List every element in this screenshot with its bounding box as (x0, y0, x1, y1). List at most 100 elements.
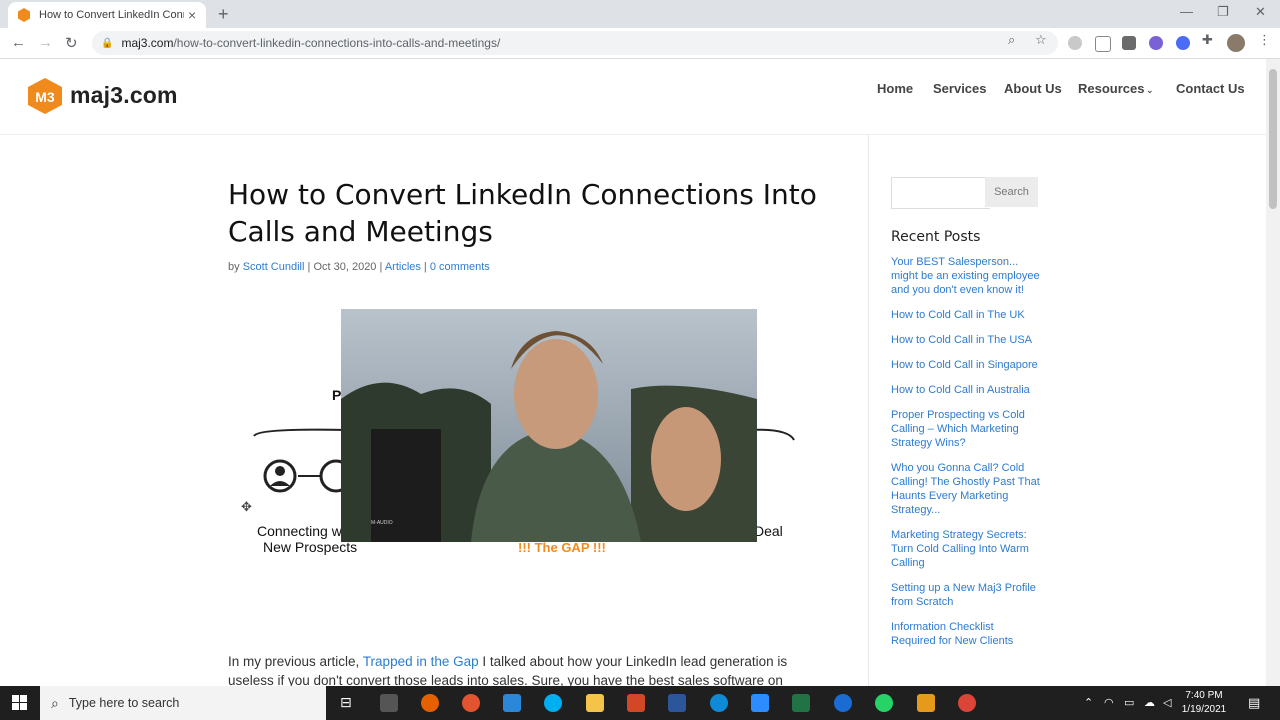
meta-by: by (228, 261, 240, 273)
recent-posts-heading: Recent Posts (891, 229, 981, 245)
recent-post-link[interactable]: Proper Prospecting vs Cold Calling – Whi… (891, 408, 1041, 450)
profile-avatar[interactable] (1227, 34, 1245, 52)
menu-dots-icon[interactable]: ⋮ (1258, 32, 1271, 48)
sidebar-search-button[interactable]: Search (985, 177, 1038, 207)
recent-post-link[interactable]: Marketing Strategy Secrets: Turn Cold Ca… (891, 528, 1041, 570)
windows-taskbar: ⌕ Type here to search ⊟ ⌃ ◠ ▭ ☁ ◁ 7:40 P… (0, 686, 1280, 720)
windows-start-icon[interactable] (0, 686, 40, 720)
diagram-p-letter: P (332, 387, 341, 403)
nav-services[interactable]: Services (933, 81, 987, 96)
reload-icon[interactable]: ↻ (65, 34, 78, 52)
recent-post-link[interactable]: Setting up a New Maj3 Profile from Scrat… (891, 581, 1041, 609)
address-bar[interactable]: 🔒 maj3.com/how-to-convert-linkedin-conne… (92, 31, 1058, 55)
post-meta: by Scott Cundill | Oct 30, 2020 | Articl… (228, 261, 490, 273)
recent-post-link[interactable]: Your BEST Salesperson... might be an exi… (891, 255, 1041, 297)
diagram-left-label: Connecting w (257, 523, 343, 539)
close-window-icon[interactable]: ✕ (1255, 4, 1266, 20)
edge-icon[interactable] (710, 694, 728, 712)
sidebar-divider (868, 135, 869, 690)
clock-date: 1/19/2021 (1181, 704, 1227, 715)
nav-about-us[interactable]: About Us (1004, 81, 1062, 96)
whatsapp-icon[interactable] (875, 694, 893, 712)
maj3-logo-icon[interactable]: M3 (26, 77, 64, 115)
notifications-icon[interactable]: ▤ (1248, 695, 1260, 711)
new-tab-button[interactable]: + (218, 4, 229, 25)
skype-icon[interactable] (544, 694, 562, 712)
page-scrollbar[interactable] (1266, 59, 1280, 686)
extension-icon[interactable] (1149, 36, 1163, 50)
extension-icon[interactable] (1176, 36, 1190, 50)
back-icon[interactable]: ← (11, 34, 26, 51)
zoom-icon[interactable]: ⌕ (1008, 32, 1015, 48)
recent-posts-list: Your BEST Salesperson... might be an exi… (891, 255, 1041, 659)
extension-icon[interactable] (1095, 36, 1111, 52)
recent-post-link[interactable]: How to Cold Call in The UK (891, 308, 1041, 322)
minimize-icon[interactable]: — (1180, 4, 1193, 19)
powerpoint-icon[interactable] (627, 694, 645, 712)
zoom-app-icon[interactable] (751, 694, 769, 712)
move-cursor-icon: ✥ (241, 499, 252, 514)
file-explorer-icon[interactable] (586, 694, 604, 712)
app-icon[interactable] (380, 694, 398, 712)
browser-tab-strip: How to Convert LinkedIn Conne × + — ❐ ✕ (0, 0, 1280, 28)
url-host: maj3.com (121, 36, 174, 50)
nav-home[interactable]: Home (877, 81, 913, 96)
post-date: Oct 30, 2020 (313, 261, 377, 273)
extension-icon[interactable] (1122, 36, 1136, 50)
intro-paragraph: In my previous article, Trapped in the G… (228, 652, 828, 690)
battery-icon[interactable]: ▭ (1124, 696, 1134, 709)
app-icon[interactable] (834, 694, 852, 712)
svg-text:M3: M3 (35, 89, 55, 105)
taskbar-search-placeholder: Type here to search (68, 696, 180, 710)
app-icon[interactable] (462, 694, 480, 712)
forward-icon[interactable]: → (38, 34, 53, 51)
browser-toolbar: ← → ↻ 🔒 maj3.com/how-to-convert-linkedin… (0, 28, 1280, 59)
video-badge: M-AUDIO (371, 520, 393, 526)
url-path: /how-to-convert-linkedin-connections-int… (173, 36, 501, 50)
nav-contact-us[interactable]: Contact Us (1176, 81, 1245, 96)
category-link[interactable]: Articles (385, 261, 421, 273)
author-link[interactable]: Scott Cundill (243, 261, 305, 273)
trapped-in-the-gap-link[interactable]: Trapped in the Gap (363, 654, 479, 669)
firefox-icon[interactable] (421, 694, 439, 712)
logo-text[interactable]: maj3.com (70, 82, 178, 109)
webcam-frame: M-AUDIO (341, 309, 757, 542)
clock-time: 7:40 PM (1185, 690, 1223, 701)
volume-icon[interactable]: ◁ (1163, 696, 1171, 709)
word-icon[interactable] (668, 694, 686, 712)
browser-tab[interactable]: How to Convert LinkedIn Conne × (8, 2, 206, 28)
outlook-icon[interactable] (917, 694, 935, 712)
maximize-icon[interactable]: ❐ (1217, 4, 1229, 20)
post-title: How to Convert LinkedIn Connections Into… (228, 178, 817, 248)
cloud-icon[interactable]: ☁ (1144, 696, 1155, 709)
chrome-icon[interactable] (958, 694, 976, 712)
taskbar-search-box[interactable]: ⌕ Type here to search (40, 686, 326, 720)
sidebar-search-input[interactable] (891, 177, 990, 209)
tab-title: How to Convert LinkedIn Conne (39, 9, 184, 21)
recent-post-link[interactable]: Information Checklist Required for New C… (891, 620, 1041, 648)
recent-post-link[interactable]: How to Cold Call in Australia (891, 383, 1041, 397)
search-icon: ⌕ (51, 694, 59, 711)
extension-icon[interactable] (1068, 36, 1082, 50)
webcam-video-overlay[interactable]: M-AUDIO (341, 309, 757, 542)
excel-icon[interactable] (792, 694, 810, 712)
recent-post-link[interactable]: Who you Gonna Call? Cold Calling! The Gh… (891, 461, 1041, 517)
bookmark-star-icon[interactable]: ☆ (1035, 32, 1047, 48)
lock-icon: 🔒 (101, 37, 114, 49)
recent-post-link[interactable]: How to Cold Call in Singapore (891, 358, 1041, 372)
comments-link[interactable]: 0 comments (430, 261, 490, 273)
site-header: M3 maj3.com Home Services About Us Resou… (0, 59, 1266, 135)
recent-post-link[interactable]: How to Cold Call in The USA (891, 333, 1041, 347)
taskbar-clock[interactable]: 7:40 PM 1/19/2021 (1176, 689, 1232, 717)
chevron-down-icon[interactable]: ⌄ (1146, 85, 1154, 96)
close-tab-icon[interactable]: × (188, 7, 196, 23)
chevron-up-icon[interactable]: ⌃ (1084, 696, 1093, 709)
scrollbar-thumb[interactable] (1269, 69, 1277, 209)
nav-resources[interactable]: Resources (1078, 81, 1144, 96)
site-favicon-icon (18, 8, 30, 22)
extensions-puzzle-icon[interactable]: ✚ (1202, 32, 1213, 48)
task-view-icon[interactable]: ⊟ (340, 694, 352, 711)
app-icon[interactable] (503, 694, 521, 712)
network-icon[interactable]: ◠ (1104, 696, 1114, 709)
diagram-right-label: Deal (754, 523, 783, 539)
